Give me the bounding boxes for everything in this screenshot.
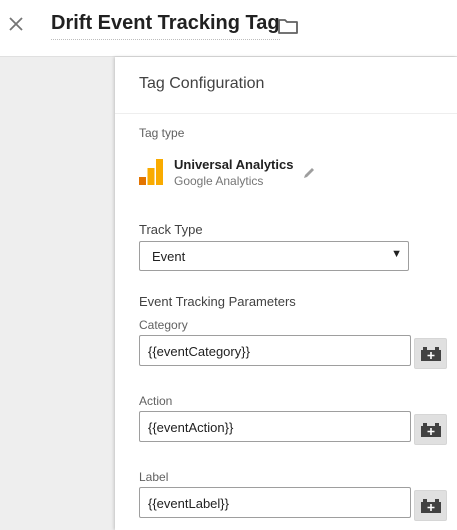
tag-type-label: Tag type [139, 126, 185, 140]
action-input[interactable]: {{eventAction}} [139, 411, 411, 442]
label-variable-button[interactable] [414, 490, 447, 521]
tag-type-provider: Google Analytics [174, 174, 264, 188]
category-variable-button[interactable] [414, 338, 447, 369]
folder-icon [278, 19, 298, 34]
category-label: Category [139, 318, 188, 332]
add-variable-icon [420, 498, 441, 513]
folder-button[interactable] [277, 15, 299, 37]
google-analytics-logo-icon [139, 159, 163, 185]
event-tracking-parameters-heading: Event Tracking Parameters [139, 294, 296, 309]
top-bar: Drift Event Tracking Tag [0, 0, 457, 57]
tag-name-title[interactable]: Drift Event Tracking Tag [51, 12, 280, 40]
edit-tag-type-button[interactable] [301, 165, 317, 181]
tag-configuration-card: Tag Configuration Tag type Universal Ana… [115, 57, 457, 530]
add-variable-icon [420, 346, 441, 361]
track-type-label: Track Type [139, 222, 203, 237]
card-title: Tag Configuration [139, 75, 265, 92]
label-field-label: Label [139, 470, 169, 484]
close-icon [9, 17, 23, 31]
category-value: {{eventCategory}} [148, 344, 250, 359]
card-divider [115, 113, 457, 114]
add-variable-icon [420, 422, 441, 437]
close-button[interactable] [6, 14, 26, 34]
label-input[interactable]: {{eventLabel}} [139, 487, 411, 518]
action-variable-button[interactable] [414, 414, 447, 445]
label-value: {{eventLabel}} [148, 496, 229, 511]
action-label: Action [139, 394, 173, 408]
pencil-icon [304, 168, 314, 178]
action-value: {{eventAction}} [148, 420, 234, 435]
category-input[interactable]: {{eventCategory}} [139, 335, 411, 366]
track-type-value: Event [152, 249, 186, 264]
tag-type-name: Universal Analytics [174, 157, 294, 172]
dropdown-arrow-icon: ▼ [391, 248, 402, 260]
track-type-select[interactable]: Event ▼ [139, 241, 409, 271]
